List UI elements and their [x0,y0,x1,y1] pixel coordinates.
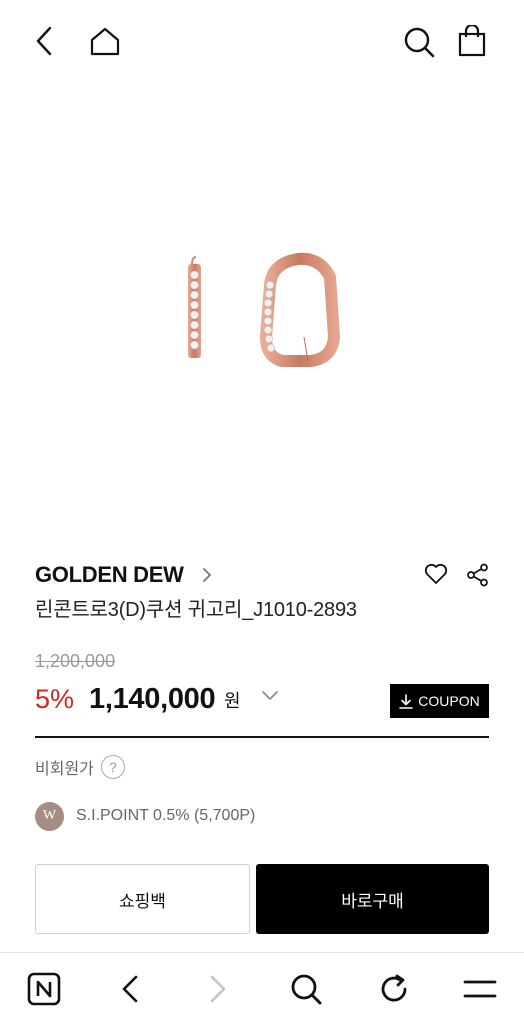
help-icon[interactable]: ? [100,755,125,779]
shopping-bag-button[interactable]: 쇼핑백 [35,864,250,934]
search-icon[interactable] [401,24,437,60]
original-price: 1,200,000 [35,651,116,671]
browser-toolbar [0,952,524,1024]
search-icon[interactable] [286,969,326,1009]
back-icon[interactable] [28,24,60,58]
points-text: S.I.POINT 0.5% (5,700P) [76,807,256,824]
forward-arrow-icon[interactable] [200,971,236,1007]
chevron-down-icon[interactable] [260,688,280,702]
divider [35,736,489,738]
heart-icon[interactable] [424,563,448,585]
price-row: 5% 1,140,000 원 COUPON [35,680,489,720]
brand-row: GOLDEN DEW [35,560,489,590]
points-row: W S.I.POINT 0.5% (5,700P) [35,800,255,832]
back-arrow-icon[interactable] [112,971,148,1007]
currency-label: 원 [224,691,241,711]
download-icon [399,693,414,709]
earrings-image [188,252,341,367]
coupon-label: COUPON [418,693,480,709]
chevron-right-icon[interactable] [201,566,213,584]
product-name: 린콘트로3(D)쿠션 귀고리_J1010-2893 [35,599,357,621]
discount-rate: 5% [35,684,75,714]
points-badge-icon: W [35,801,64,831]
home-icon[interactable] [88,24,122,58]
buy-now-button[interactable]: 바로구매 [256,864,489,934]
top-bar [0,0,524,82]
refresh-icon[interactable] [374,969,414,1009]
product-image[interactable] [0,82,524,542]
nonmember-price-label: 비회원가 [35,761,94,778]
shopping-bag-icon[interactable] [454,22,490,60]
coupon-button[interactable]: COUPON [390,684,489,718]
nonmember-price-row: 비회원가 ? [35,754,125,780]
naver-icon[interactable] [24,969,64,1009]
sale-price: 1,140,000 [89,683,216,715]
share-icon[interactable] [466,563,490,587]
brand-name[interactable]: GOLDEN DEW [35,560,184,590]
menu-icon[interactable] [460,971,500,1007]
